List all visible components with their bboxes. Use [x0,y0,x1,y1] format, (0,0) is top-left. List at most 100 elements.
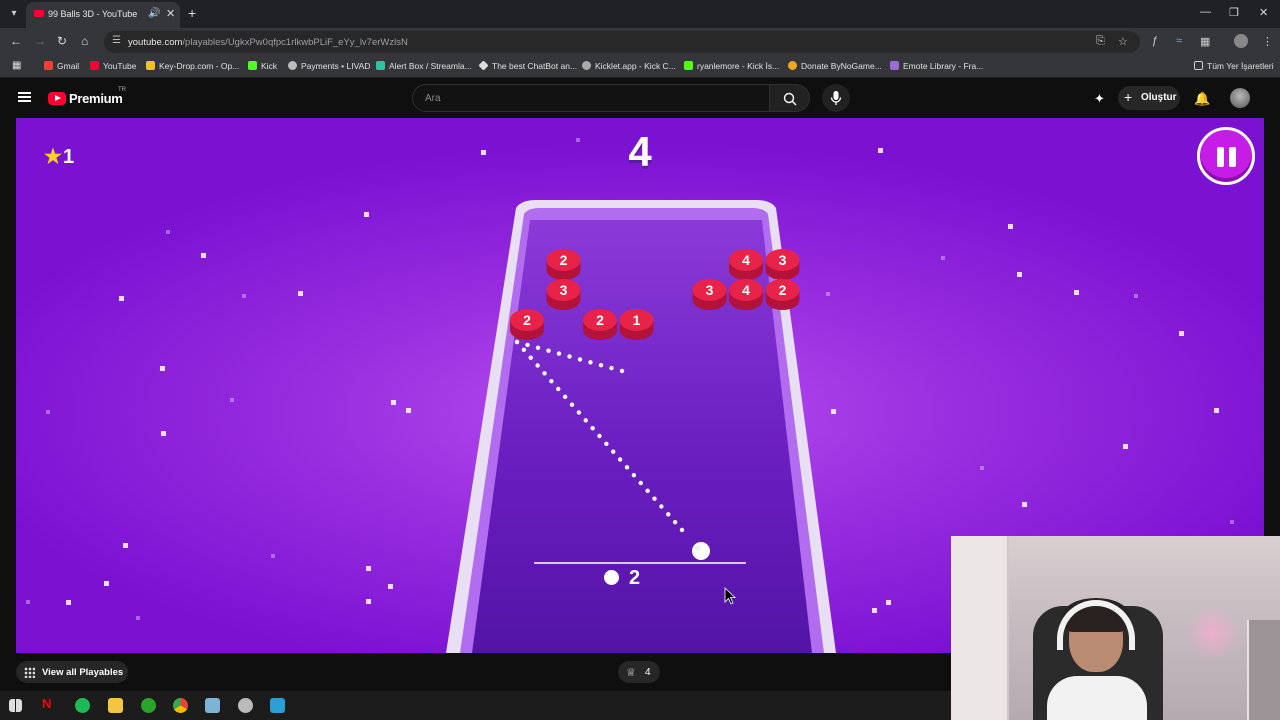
address-bar[interactable]: ☰ youtube.com/playables/UgkxPw0qfpc1rlkw… [104,31,1140,53]
reload-icon[interactable]: ↻ [57,34,67,48]
chrome-icon[interactable] [173,698,188,713]
bynogame-icon [788,61,797,70]
view-all-label: View all Playables [42,667,124,678]
minimize-icon[interactable]: — [1200,6,1211,18]
numbered-ball: 4 [729,249,763,280]
tab-close-icon[interactable]: ✕ [166,7,175,20]
aim-dot [576,410,582,415]
forward-icon[interactable]: → [34,34,46,48]
aim-dot [645,488,650,494]
pause-button[interactable] [1197,127,1255,185]
leaderboard-button[interactable]: ♕ 4 [618,661,660,683]
aim-dot [598,363,604,368]
plus-icon: + [1124,89,1133,105]
voice-search-button[interactable] [822,84,850,112]
aim-dot [611,449,616,454]
browser-tab-bar: ▾ 99 Balls 3D - YouTube 🔊 ✕ + — ❐ ✕ [0,0,1280,28]
notes-app-icon[interactable] [205,698,220,713]
aim-dot [556,351,562,356]
restore-icon[interactable]: ❐ [1229,6,1239,19]
youtube-premium-logo[interactable]: Premium [69,91,123,106]
webcam-overlay [951,536,1280,720]
bookmark-chatbot[interactable]: The best ChatBot an... [478,60,577,71]
menu-icon[interactable] [18,92,31,102]
keydrop-icon [146,61,155,70]
screen: ▾ 99 Balls 3D - YouTube 🔊 ✕ + — ❐ ✕ ← → … [0,0,1280,720]
extensions-puzzle-icon[interactable]: ▦ [1200,35,1210,48]
youtube-avatar[interactable] [1230,88,1250,108]
browser-toolbar: ← → ↻ ⌂ ☰ youtube.com/playables/UgkxPw0q… [0,28,1280,56]
search-icon [783,92,797,106]
bookmark-youtube[interactable]: YouTube [90,61,136,71]
player-ball-shine [695,545,701,551]
tab-search-icon[interactable]: ▾ [6,6,22,22]
numbered-ball: 3 [692,279,727,310]
ball-number: 2 [560,252,568,268]
youtube-logo-icon[interactable] [48,92,66,105]
file-explorer-icon[interactable] [108,698,123,713]
bookmark-gmail[interactable]: Gmail [44,61,79,71]
search-button[interactable] [770,84,810,112]
crown-count: 4 [645,667,651,678]
aim-dot [546,348,551,353]
site-info-icon[interactable]: ☰ [112,35,121,46]
obs-icon[interactable] [238,698,253,713]
numbered-ball: 2 [583,309,617,340]
aim-dot [562,394,568,400]
ball-number: 2 [779,282,787,298]
streamer-body [1047,676,1147,720]
bookmark-donate[interactable]: Donate ByNoGame... [788,61,882,71]
bookmark-label: ryanlemore - Kick İs... [697,61,780,71]
kick-icon [684,61,693,70]
bookmark-payments[interactable]: Payments • LIVAD [288,61,370,71]
windows-taskbar: N [0,691,951,720]
browser-menu-icon[interactable]: ⋮ [1262,35,1273,48]
create-button[interactable]: + Oluştur [1118,86,1180,110]
telegram-icon[interactable] [270,698,285,713]
url-text[interactable]: youtube.com/playables/UgkxPw0qfpc1rlkwbP… [128,37,408,48]
spotify-icon[interactable] [75,698,90,713]
xbox-icon[interactable] [141,698,156,713]
aim-dot [514,339,520,345]
home-icon[interactable]: ⌂ [81,34,88,48]
cast-icon[interactable]: ✦ [1094,91,1105,107]
tab-audio-icon[interactable]: 🔊 [148,8,160,19]
netflix-icon[interactable]: N [42,696,57,711]
bookmark-emote-library[interactable]: Emote Library - Fra... [890,61,983,71]
crown-icon: ♕ [626,667,636,679]
bookmark-kicklet[interactable]: Kicklet.app - Kick C... [582,61,676,71]
ball-icon [604,570,619,585]
folder-icon [1194,61,1203,70]
bookmark-star-icon[interactable]: ☆ [1118,35,1128,48]
microphone-icon [830,91,842,105]
bookmark-keydrop[interactable]: Key-Drop.com - Op... [146,61,239,71]
browser-profile-avatar[interactable] [1234,34,1248,48]
aim-dot [588,360,593,365]
bookmark-alertbox[interactable]: Alert Box / Streamla... [376,61,472,71]
bookmark-label: YouTube [103,61,137,71]
bookmark-label: Kick [261,61,278,71]
search-placeholder: Ara [425,93,441,104]
new-tab-icon[interactable]: + [188,5,196,21]
bookmark-ryanlemore[interactable]: ryanlemore - Kick İs... [684,61,779,71]
aim-dot [549,378,554,384]
bookmark-label: Kicklet.app - Kick C... [595,61,676,71]
notifications-bell-icon[interactable]: 🔔 [1194,91,1210,107]
view-all-playables-button[interactable]: View all Playables [16,661,128,683]
bookmark-kick[interactable]: Kick [248,61,277,71]
extension-icon[interactable]: ƒ [1152,35,1158,47]
aim-dot [631,472,637,478]
all-bookmarks[interactable]: Tüm Yer İşaretleri [1194,61,1274,71]
window-close-icon[interactable]: ✕ [1259,6,1268,19]
search-input[interactable]: Ara [412,84,770,112]
aim-dot [624,465,630,470]
back-icon[interactable]: ← [10,34,22,48]
extension-wave-icon[interactable]: ≈ [1176,35,1182,47]
install-app-icon[interactable]: ⎘ [1096,35,1105,48]
apps-grid-icon[interactable]: ▦ [12,60,21,71]
active-tab[interactable]: 99 Balls 3D - YouTube 🔊 ✕ [26,2,180,28]
livad-icon [288,61,297,70]
kick-icon [248,61,257,70]
player-ball[interactable] [692,542,710,560]
windows-start-icon[interactable] [9,699,22,712]
